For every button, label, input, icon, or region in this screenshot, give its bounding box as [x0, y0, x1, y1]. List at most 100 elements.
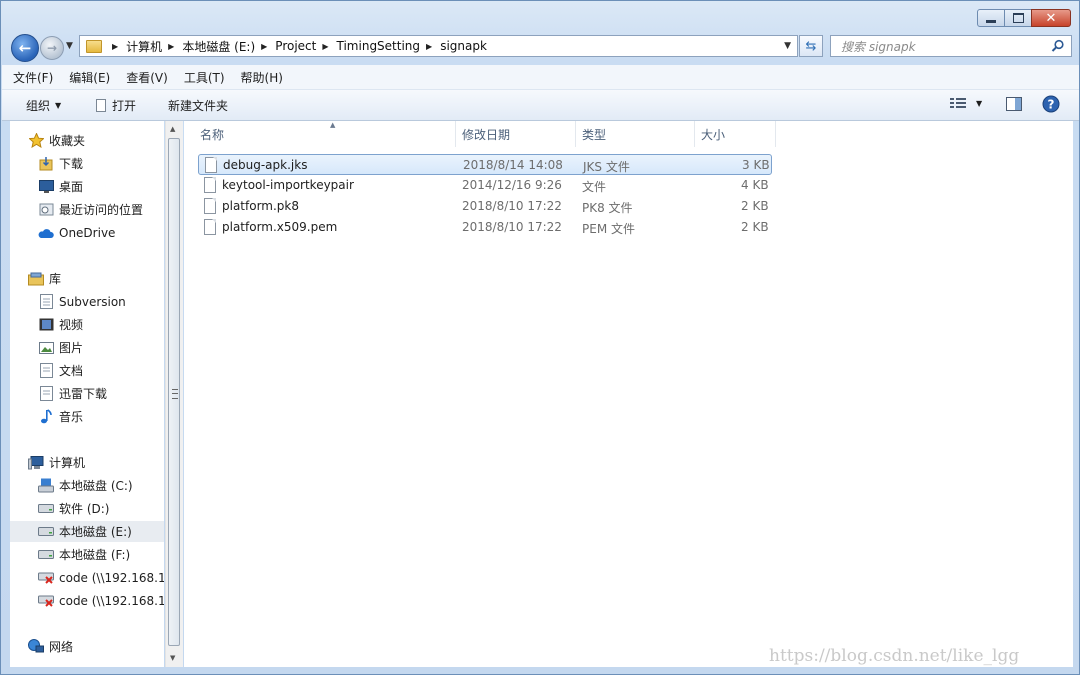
- nav-item-recent[interactable]: 最近访问的位置: [38, 199, 164, 220]
- nav-item-downloads[interactable]: 下载: [38, 153, 164, 174]
- table-row[interactable]: keytool-importkeypair 2014/12/16 9:26 文件…: [198, 175, 772, 196]
- nav-pane-scrollbar[interactable]: ▲ ▼: [165, 121, 183, 667]
- chevron-right-icon[interactable]: ▶: [168, 42, 174, 51]
- file-modified: 2018/8/14 14:08: [463, 158, 563, 172]
- nav-item-music[interactable]: 音乐: [38, 406, 164, 427]
- column-header-modified[interactable]: 修改日期: [456, 121, 576, 147]
- back-button[interactable]: ←: [11, 34, 39, 62]
- document-library-icon: [38, 294, 54, 310]
- nav-item-videos[interactable]: 视频: [38, 314, 164, 335]
- search-input[interactable]: [839, 37, 1043, 57]
- column-header-name[interactable]: 名称 ▲: [194, 121, 456, 147]
- maximize-button[interactable]: [1004, 9, 1032, 27]
- breadcrumb-item[interactable]: signapk: [440, 39, 487, 53]
- nav-item-subversion[interactable]: Subversion: [38, 291, 164, 312]
- chevron-right-icon[interactable]: ▶: [112, 42, 118, 51]
- nav-item-onedrive[interactable]: OneDrive: [38, 222, 164, 243]
- menu-view[interactable]: 查看(V): [121, 69, 173, 86]
- recent-places-icon: [38, 202, 54, 218]
- star-icon: [28, 133, 44, 149]
- sort-ascending-icon: ▲: [330, 121, 336, 129]
- file-icon: [96, 99, 106, 112]
- help-button[interactable]: ?: [1042, 95, 1060, 113]
- new-folder-button[interactable]: 新建文件夹: [168, 97, 228, 114]
- minimize-button[interactable]: [977, 9, 1005, 27]
- nav-label: 图片: [59, 341, 84, 355]
- menu-tools[interactable]: 工具(T): [179, 69, 230, 86]
- organize-button[interactable]: 组织 ▼: [26, 97, 61, 114]
- scroll-down-icon[interactable]: ▼: [170, 654, 175, 662]
- details-view-icon: [950, 98, 966, 108]
- nav-item-drive-d[interactable]: 软件 (D:): [38, 498, 164, 519]
- hard-drive-icon: [38, 524, 54, 540]
- table-row[interactable]: platform.x509.pem 2018/8/10 17:22 PEM 文件…: [198, 217, 772, 238]
- hard-drive-icon: [38, 501, 54, 517]
- nav-label: 桌面: [59, 180, 84, 194]
- breadcrumb-item[interactable]: TimingSetting: [337, 39, 421, 53]
- chevron-right-icon[interactable]: ▶: [322, 42, 328, 51]
- nav-item-thunder-downloads[interactable]: 迅雷下载: [38, 383, 164, 404]
- file-type: PK8 文件: [582, 201, 633, 215]
- table-row[interactable]: platform.pk8 2018/8/10 17:22 PK8 文件 2 KB: [198, 196, 772, 217]
- help-icon: ?: [1042, 95, 1060, 113]
- refresh-icon: ⇆: [805, 38, 817, 54]
- menu-file[interactable]: 文件(F): [8, 69, 58, 86]
- nav-item-network-drive[interactable]: code (\\192.168.1: [38, 590, 164, 611]
- nav-libraries[interactable]: 库: [28, 268, 164, 289]
- scrollbar-thumb[interactable]: [168, 138, 180, 646]
- chevron-right-icon[interactable]: ▶: [261, 42, 267, 51]
- nav-item-drive-f[interactable]: 本地磁盘 (F:): [38, 544, 164, 565]
- chevron-down-icon: ▼: [976, 98, 983, 108]
- search-icon[interactable]: [1051, 39, 1065, 53]
- recent-pages-dropdown[interactable]: ▼: [66, 41, 73, 51]
- menu-bar: 文件(F) 编辑(E) 查看(V) 工具(T) 帮助(H): [2, 65, 1079, 90]
- file-icon: [205, 157, 217, 173]
- table-row[interactable]: debug-apk.jks 2018/8/14 14:08 JKS 文件 3 K…: [198, 154, 772, 175]
- close-button[interactable]: ✕: [1031, 9, 1071, 27]
- nav-computer[interactable]: 计算机: [28, 452, 164, 473]
- nav-favorites[interactable]: 收藏夹: [28, 130, 164, 151]
- folder-icon: [86, 39, 102, 53]
- file-modified: 2018/8/10 17:22: [462, 199, 562, 213]
- scroll-up-icon[interactable]: ▲: [170, 125, 175, 133]
- file-modified: 2014/12/16 9:26: [462, 178, 562, 192]
- film-icon: [38, 317, 54, 333]
- chevron-down-icon: ▼: [55, 101, 62, 110]
- open-button[interactable]: 打开: [96, 97, 136, 114]
- nav-item-desktop[interactable]: 桌面: [38, 176, 164, 197]
- preview-pane-icon: [1006, 97, 1022, 111]
- nav-item-drive-e[interactable]: 本地磁盘 (E:): [10, 521, 164, 542]
- breadcrumb-item[interactable]: Project: [275, 39, 316, 53]
- address-history-dropdown[interactable]: ▼: [784, 41, 791, 51]
- network-icon: [28, 639, 44, 655]
- address-bar[interactable]: ▶ 计算机 ▶ 本地磁盘 (E:) ▶ Project ▶ TimingSett…: [79, 35, 798, 57]
- maximize-icon: [1012, 13, 1024, 23]
- preview-pane-button[interactable]: [1006, 97, 1022, 111]
- breadcrumb-item[interactable]: 计算机: [126, 38, 162, 55]
- nav-item-network-drive[interactable]: code (\\192.168.1: [38, 567, 164, 588]
- computer-icon: [28, 455, 44, 471]
- file-type: 文件: [582, 180, 607, 194]
- minimize-icon: [986, 19, 996, 23]
- column-header-size[interactable]: 大小: [695, 121, 776, 147]
- chevron-right-icon[interactable]: ▶: [426, 42, 432, 51]
- nav-label: 最近访问的位置: [59, 203, 144, 217]
- forward-button[interactable]: →: [40, 36, 64, 60]
- file-type: JKS 文件: [583, 160, 630, 174]
- breadcrumb-item[interactable]: 本地磁盘 (E:): [182, 38, 255, 55]
- file-size: 4 KB: [741, 178, 769, 192]
- hard-drive-icon: [38, 547, 54, 563]
- menu-edit[interactable]: 编辑(E): [64, 69, 115, 86]
- refresh-button[interactable]: ⇆: [799, 35, 823, 57]
- nav-label: 网络: [49, 640, 74, 654]
- command-bar: 组织 ▼ 打开 新建文件夹 ▼ ?: [2, 90, 1079, 121]
- nav-network[interactable]: 网络: [28, 636, 164, 657]
- nav-item-pictures[interactable]: 图片: [38, 337, 164, 358]
- window-controls: ✕: [977, 9, 1071, 27]
- view-options-button[interactable]: ▼: [950, 97, 982, 109]
- nav-item-drive-c[interactable]: 本地磁盘 (C:): [38, 475, 164, 496]
- menu-help[interactable]: 帮助(H): [236, 69, 288, 86]
- breadcrumb: ▶ 计算机 ▶ 本地磁盘 (E:) ▶ Project ▶ TimingSett…: [106, 38, 487, 55]
- nav-item-documents[interactable]: 文档: [38, 360, 164, 381]
- column-header-type[interactable]: 类型: [576, 121, 695, 147]
